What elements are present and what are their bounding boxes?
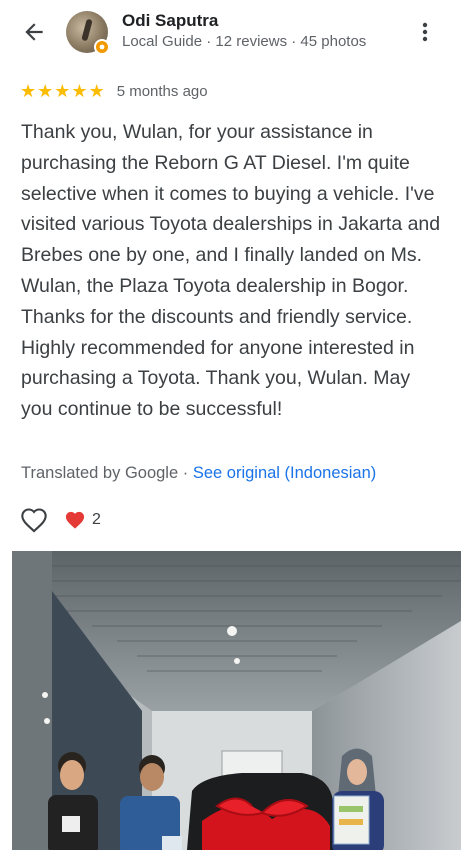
translated-label: Translated by Google	[21, 464, 179, 482]
star-icon: ★	[54, 81, 71, 101]
star-icon: ★	[71, 81, 88, 101]
review-text: Thank you, Wulan, for your assistance in…	[21, 121, 441, 421]
arrow-back-icon	[25, 23, 43, 41]
like-button[interactable]	[20, 506, 48, 534]
review-date: 5 months ago	[116, 82, 208, 100]
see-original-link[interactable]: See original (Indonesian)	[193, 464, 376, 482]
star-icon: ★	[88, 81, 105, 101]
review-header: Odi Saputra Local Guide · 12 reviews · 4…	[0, 0, 461, 70]
reaction-count: 2	[92, 511, 101, 528]
author-avatar[interactable]	[66, 11, 110, 55]
star-icon: ★	[37, 81, 54, 101]
more-options-button[interactable]	[410, 16, 440, 48]
translation-notice: Translated by Google · See original (Ind…	[21, 464, 376, 483]
back-button[interactable]	[18, 16, 50, 48]
heart-outline-icon	[21, 508, 47, 533]
heart-filled-icon	[65, 511, 85, 529]
rating-row: ★ ★ ★ ★ ★ 5 months ago	[20, 80, 208, 102]
author-name[interactable]: Odi Saputra	[122, 11, 218, 31]
star-icon: ★	[20, 81, 37, 101]
more-vert-icon	[422, 22, 428, 42]
review-actions: 2	[20, 505, 101, 535]
dealership-photo-image	[12, 551, 461, 850]
star-rating: ★ ★ ★ ★ ★	[20, 82, 105, 100]
review-photo[interactable]	[12, 551, 461, 850]
separator: ·	[178, 464, 193, 482]
author-meta: Local Guide · 12 reviews · 45 photos	[122, 33, 367, 50]
local-guide-badge-icon	[94, 39, 110, 55]
reaction-summary[interactable]: 2	[64, 510, 101, 530]
